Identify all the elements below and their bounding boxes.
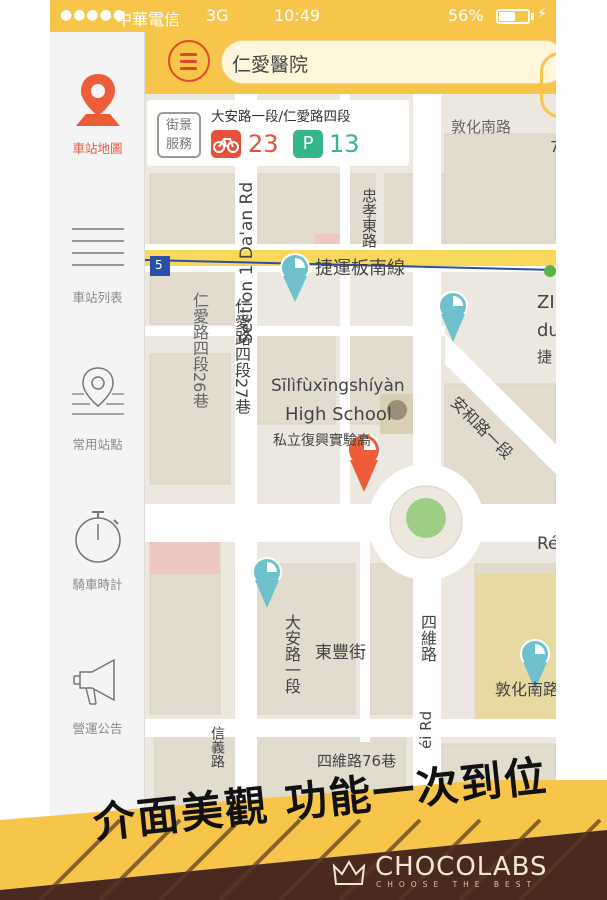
sidebar-label: 車站列表 <box>72 290 123 305</box>
frame-left <box>0 0 50 900</box>
megaphone-icon <box>73 658 115 705</box>
network-type: 3G <box>206 6 229 25</box>
stopwatch-icon <box>75 511 121 563</box>
map-label-zi: ZI <box>537 292 555 313</box>
sidebar-item-favorites[interactable]: 常用站點 <box>50 364 145 494</box>
menu-button[interactable] <box>168 40 210 82</box>
dunhua-top-label: 敦化南路 <box>451 118 512 136</box>
sidebar-label: 營運公告 <box>72 721 123 736</box>
siwei-label: 四維路 <box>418 614 437 662</box>
list-icon <box>72 228 124 266</box>
status-bar: ●●●●● 中華電信 3G 10:49 56% ⚡ <box>50 0 556 32</box>
wei-rd-label: éi Rd <box>417 710 435 749</box>
renai-left-label: 仁愛路四段26巷 <box>190 292 209 409</box>
crown-icon <box>332 860 366 885</box>
dunhua-bottom-label: 敦化南路 <box>495 680 556 699</box>
battery-percent: 56% <box>448 6 484 25</box>
carrier-name: 中華電信 <box>116 10 181 29</box>
bicycle-icon <box>211 130 241 158</box>
daan-label: 大安路一段 <box>282 614 301 694</box>
brand-name: CHOCOLABS <box>375 852 548 882</box>
sidebar-label: 車站地圖 <box>72 141 123 156</box>
map-label-du: du <box>537 320 556 341</box>
school-en1-label: Sīlìfùxīngshíyàn <box>271 376 405 396</box>
map-pin-icon <box>76 74 120 126</box>
corner-number: 7 <box>550 138 556 156</box>
map-view[interactable]: 5 捷運板南線 敦化南路 7 ZI du 捷 Section 1 Da'an R… <box>145 94 556 830</box>
available-parking-count: 13 <box>329 130 360 158</box>
street-view-label-1: 街景 <box>165 118 192 133</box>
charging-icon: ⚡ <box>537 6 547 22</box>
xinyi-label: 信義路 <box>209 726 225 768</box>
zhongxiao-label: 忠孝東路 <box>360 188 378 248</box>
available-bikes-count: 23 <box>248 130 279 158</box>
map-canvas <box>145 94 556 830</box>
clock: 10:49 <box>274 6 321 25</box>
search-bar <box>145 32 556 94</box>
frame-right <box>556 0 607 900</box>
battery-icon <box>496 9 530 24</box>
brand-logo: CHOCOLABS CHOOSE THE BEST <box>330 852 550 892</box>
sidebar: 車站地圖 車站列表 常用站點 騎車時計 營運公告 <box>50 32 145 830</box>
re-label: Ré <box>537 534 556 554</box>
metro-line-label: 捷運板南線 <box>315 258 405 279</box>
sidebar-label: 常用站點 <box>72 437 123 452</box>
favorite-pin-icon <box>72 367 124 415</box>
station-info-card[interactable]: 街景 服務 大安路一段/仁愛路四段 23 P 13 <box>147 100 409 166</box>
search-input[interactable] <box>232 50 552 76</box>
phone-screen: ●●●●● 中華電信 3G 10:49 56% ⚡ 5 捷運板南線 敦化南路 7… <box>50 0 556 830</box>
dongfeng-label: 東豐街 <box>315 643 366 663</box>
route-number: 5 <box>155 258 163 272</box>
parking-icon: P <box>293 130 323 158</box>
map-label-jie: 捷 <box>537 348 553 366</box>
battery-tip <box>531 13 534 20</box>
sidebar-item-ride-timer[interactable]: 騎車時計 <box>50 510 145 640</box>
brand-tagline: CHOOSE THE BEST <box>376 880 538 889</box>
search-box[interactable] <box>221 40 556 84</box>
sidebar-item-station-list[interactable]: 車站列表 <box>50 217 145 347</box>
sidebar-item-station-map[interactable]: 車站地圖 <box>50 70 145 200</box>
sidebar-item-announcements[interactable]: 營運公告 <box>50 652 145 782</box>
street-view-label-2: 服務 <box>165 137 192 152</box>
renai-alley-label: 仁愛路四段27巷 <box>232 298 251 415</box>
sidebar-label: 騎車時計 <box>72 577 123 592</box>
school-en2-label: High School <box>285 404 392 425</box>
street-view-button[interactable]: 街景 服務 <box>157 112 201 158</box>
locate-button[interactable] <box>540 52 556 118</box>
station-name: 大安路一段/仁愛路四段 <box>211 109 351 125</box>
school-zh-label: 私立復興實驗高 <box>273 433 371 449</box>
